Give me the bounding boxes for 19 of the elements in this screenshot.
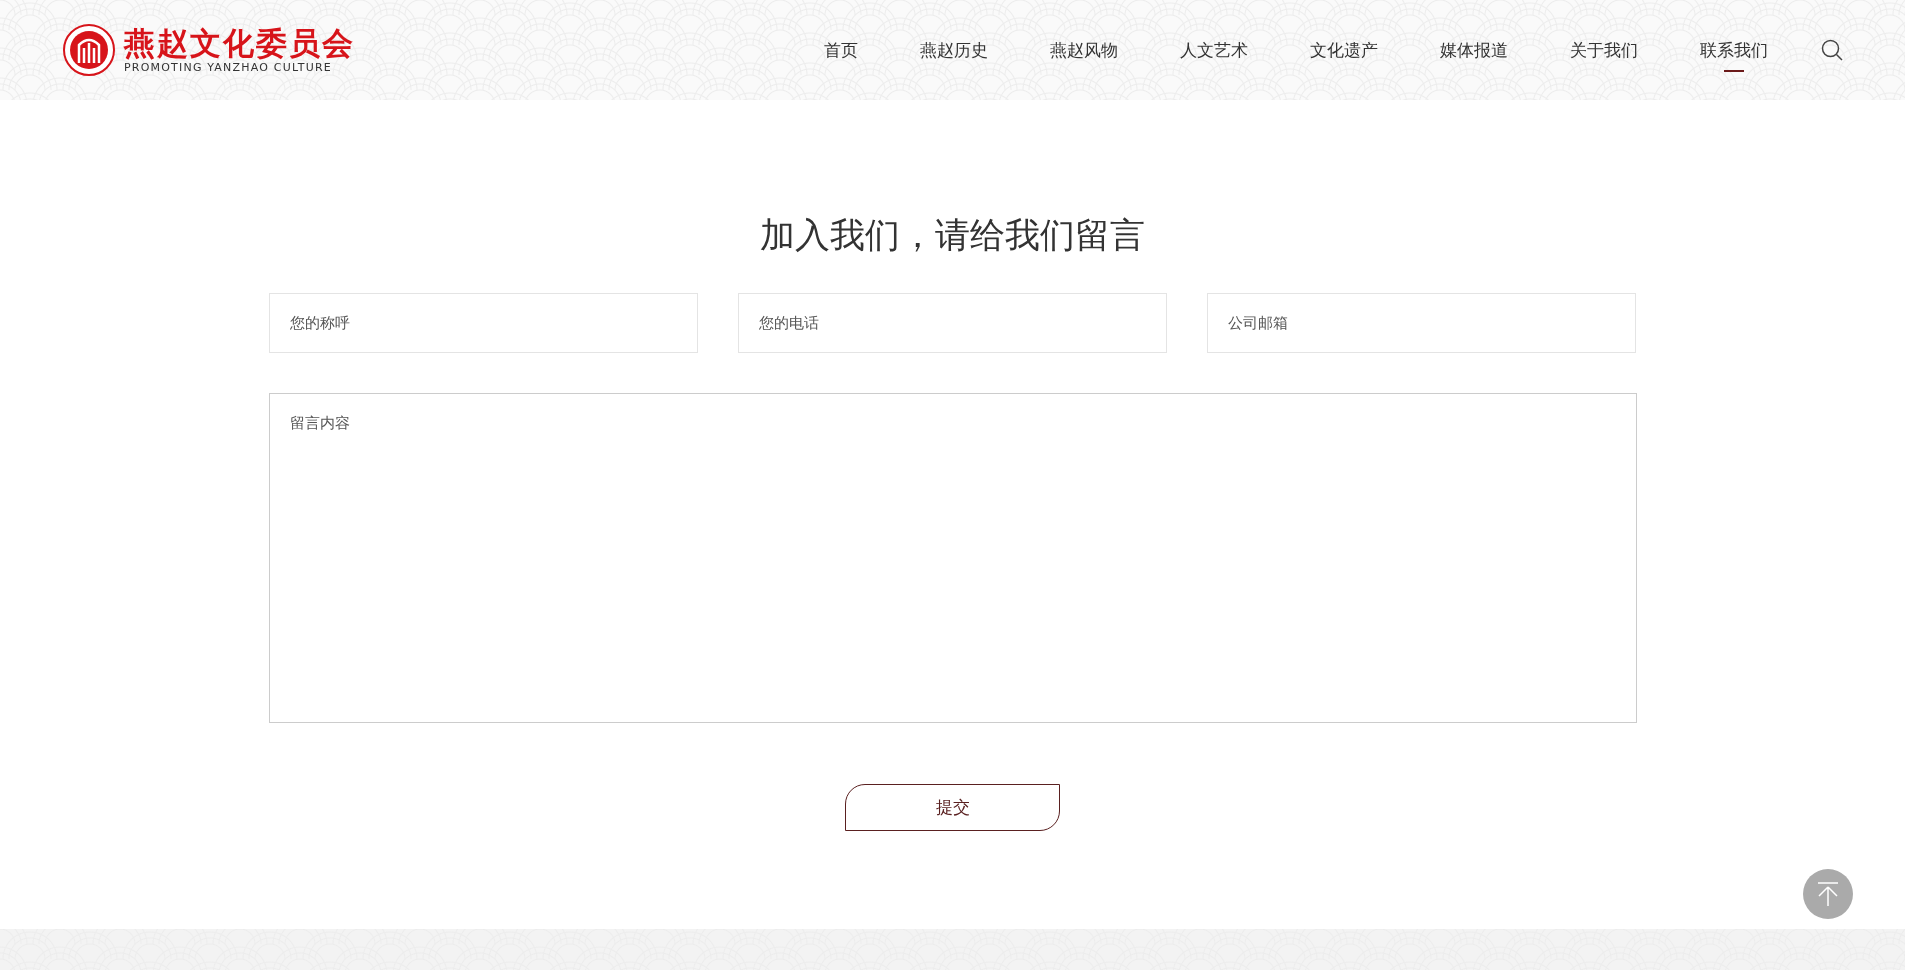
search-icon[interactable] — [1821, 39, 1843, 61]
input-field[interactable]: 您的电话 — [738, 293, 1167, 353]
nav-link[interactable]: 联系我们 — [1669, 0, 1799, 100]
nav-link[interactable]: 燕赵历史 — [889, 0, 1019, 100]
nav-link[interactable]: 首页 — [793, 0, 889, 100]
nav-link[interactable]: 关于我们 — [1539, 0, 1669, 100]
input-field[interactable]: 您的称呼 — [269, 293, 698, 353]
nav-link[interactable]: 燕赵风物 — [1019, 0, 1149, 100]
submit-button[interactable]: 提交 — [845, 784, 1060, 831]
nav-link[interactable]: 媒体报道 — [1409, 0, 1539, 100]
message-field[interactable]: 留言内容 — [268, 393, 1637, 723]
nav-link[interactable]: 人文艺术 — [1149, 0, 1279, 100]
logo-emblem-icon — [62, 23, 116, 77]
form-title: 加入我们，请给我们留言 — [760, 214, 1145, 257]
logo-subtitle: PROMOTING YANZHAO CULTURE — [124, 60, 333, 74]
nav-link[interactable]: 文化遗产 — [1279, 0, 1409, 100]
logo-title: 燕赵文化委员会 — [124, 26, 355, 61]
input-field[interactable]: 公司邮箱 — [1207, 293, 1636, 353]
arrow-up-icon — [1816, 881, 1840, 907]
